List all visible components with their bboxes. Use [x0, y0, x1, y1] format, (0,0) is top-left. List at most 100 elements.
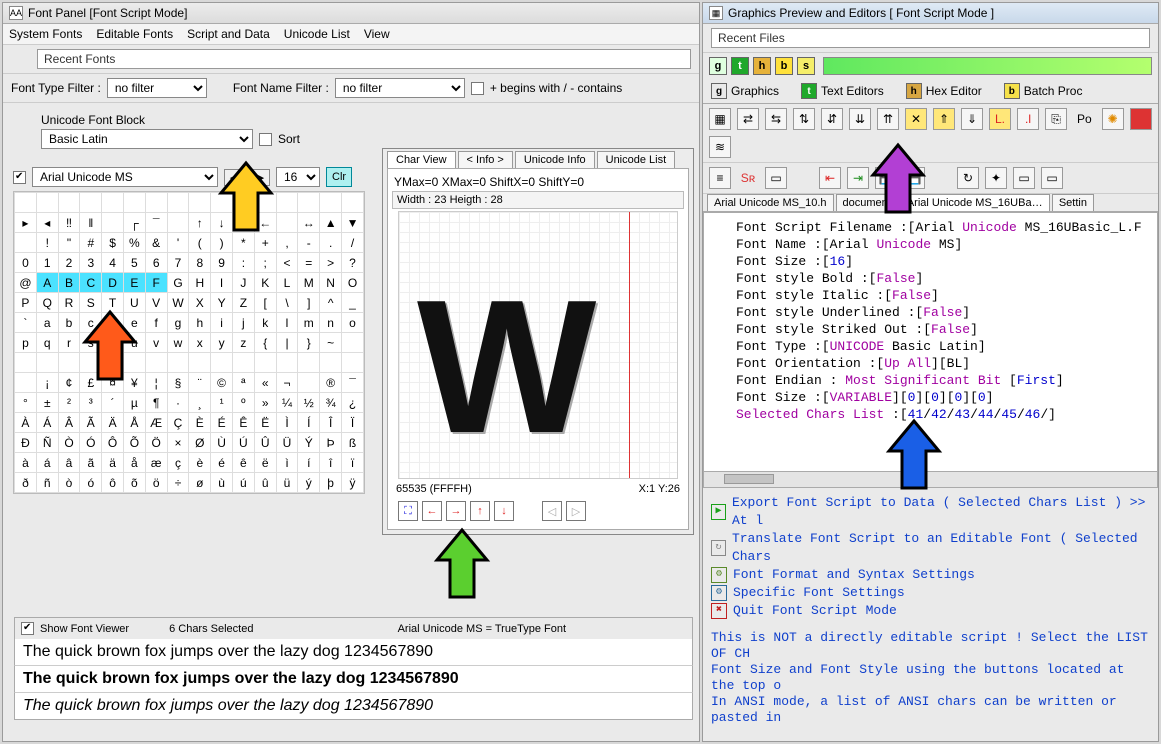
char-cell[interactable]: q: [36, 333, 58, 353]
char-cell[interactable]: [276, 193, 298, 213]
char-cell[interactable]: ú: [232, 473, 254, 493]
char-cell[interactable]: Í: [298, 413, 320, 433]
tool-arrows4-icon[interactable]: ⇵: [821, 108, 843, 130]
char-cell[interactable]: Ý: [298, 433, 320, 453]
char-cell[interactable]: [15, 233, 37, 253]
char-cell[interactable]: ½: [298, 393, 320, 413]
tool-red-icon[interactable]: [1130, 108, 1152, 130]
char-cell[interactable]: h: [189, 313, 211, 333]
action-link[interactable]: ⚙Specific Font Settings: [711, 584, 1150, 602]
colortab-b[interactable]: b: [775, 57, 793, 75]
char-cell[interactable]: ä: [102, 453, 124, 473]
tool-arrows2-icon[interactable]: ⇆: [765, 108, 787, 130]
char-cell[interactable]: ¢: [58, 373, 80, 393]
char-cell[interactable]: ¡: [36, 373, 58, 393]
char-cell[interactable]: R: [58, 293, 80, 313]
char-cell[interactable]: S: [80, 293, 102, 313]
char-cell[interactable]: T: [102, 293, 124, 313]
char-cell[interactable]: t: [102, 333, 124, 353]
colortab-s[interactable]: s: [797, 57, 815, 75]
char-cell[interactable]: õ: [123, 473, 145, 493]
char-cell[interactable]: «: [254, 373, 276, 393]
char-cell[interactable]: Û: [254, 433, 276, 453]
char-cell[interactable]: J: [232, 273, 254, 293]
char-cell[interactable]: D: [102, 273, 124, 293]
char-cell[interactable]: û: [254, 473, 276, 493]
char-cell[interactable]: @: [15, 273, 37, 293]
action-link[interactable]: ⚙Font Format and Syntax Settings: [711, 566, 1150, 584]
tool-L-icon[interactable]: L.: [989, 108, 1011, 130]
step-fwd-icon[interactable]: ▷: [566, 501, 586, 521]
font-prev-button[interactable]: ◀: [224, 169, 244, 186]
etab-1[interactable]: document: [836, 194, 898, 211]
menu-script-data[interactable]: Script and Data: [187, 27, 270, 41]
tool-grid-icon[interactable]: ▦: [709, 108, 731, 130]
char-cell[interactable]: [298, 373, 320, 393]
char-cell[interactable]: r: [58, 333, 80, 353]
char-cell[interactable]: ø: [189, 473, 211, 493]
char-cell[interactable]: ð: [15, 473, 37, 493]
char-cell[interactable]: À: [15, 413, 37, 433]
char-cell[interactable]: ↑: [189, 213, 211, 233]
char-cell[interactable]: 6: [145, 253, 167, 273]
char-cell[interactable]: [36, 353, 58, 373]
char-cell[interactable]: ↓: [211, 213, 233, 233]
action-link[interactable]: ▶Export Font Script to Data ( Selected C…: [711, 494, 1150, 530]
tool-doc-icon[interactable]: ▭: [1041, 167, 1063, 189]
char-cell[interactable]: w: [167, 333, 189, 353]
char-cell[interactable]: ë: [254, 453, 276, 473]
char-cell[interactable]: ©: [211, 373, 233, 393]
char-cell[interactable]: ¤: [102, 373, 124, 393]
char-cell[interactable]: Ì: [276, 413, 298, 433]
type-filter-select[interactable]: no filter: [107, 78, 207, 98]
char-cell[interactable]: !: [36, 233, 58, 253]
char-cell[interactable]: →: [232, 213, 254, 233]
begins-checkbox[interactable]: [471, 82, 484, 95]
char-cell[interactable]: Q: [36, 293, 58, 313]
char-cell[interactable]: $: [102, 233, 124, 253]
sr-icon[interactable]: Sʀ: [737, 167, 759, 189]
font-enabled-checkbox[interactable]: [13, 171, 26, 184]
char-cell[interactable]: ;: [254, 253, 276, 273]
char-cell[interactable]: ¸: [189, 393, 211, 413]
char-cell[interactable]: [123, 353, 145, 373]
tool-window-icon[interactable]: ▭: [765, 167, 787, 189]
menu-system-fonts[interactable]: System Fonts: [9, 27, 82, 41]
char-cell[interactable]: ": [58, 233, 80, 253]
char-cell[interactable]: -: [298, 233, 320, 253]
char-cell[interactable]: Ö: [145, 433, 167, 453]
tool-arrows3-icon[interactable]: ⇅: [793, 108, 815, 130]
char-cell[interactable]: z: [232, 333, 254, 353]
char-cell[interactable]: á: [36, 453, 58, 473]
char-cell[interactable]: [15, 193, 37, 213]
char-cell[interactable]: ´: [102, 393, 124, 413]
char-cell[interactable]: Ï: [342, 413, 364, 433]
char-cell[interactable]: H: [189, 273, 211, 293]
char-cell[interactable]: I: [211, 273, 233, 293]
char-cell[interactable]: [167, 193, 189, 213]
char-cell[interactable]: [232, 353, 254, 373]
char-cell[interactable]: f: [145, 313, 167, 333]
char-cell[interactable]: é: [211, 453, 233, 473]
char-cell[interactable]: [276, 213, 298, 233]
char-cell[interactable]: ±: [36, 393, 58, 413]
char-cell[interactable]: ï: [342, 453, 364, 473]
size-select[interactable]: 16: [276, 167, 320, 187]
tool-saveall-icon[interactable]: 💾: [903, 167, 925, 189]
char-cell[interactable]: ê: [232, 453, 254, 473]
char-cell[interactable]: 3: [80, 253, 102, 273]
char-cell[interactable]: ¥: [123, 373, 145, 393]
char-cell[interactable]: ‼: [58, 213, 80, 233]
char-cell[interactable]: ÿ: [342, 473, 364, 493]
char-cell[interactable]: [189, 353, 211, 373]
char-cell[interactable]: [15, 353, 37, 373]
recent-files-box[interactable]: Recent Files: [711, 28, 1150, 48]
char-cell[interactable]: v: [145, 333, 167, 353]
char-cell[interactable]: b: [58, 313, 80, 333]
char-cell[interactable]: 5: [123, 253, 145, 273]
char-cell[interactable]: [298, 353, 320, 373]
tool-exit-icon[interactable]: ⇤: [819, 167, 841, 189]
char-cell[interactable]: Ò: [58, 433, 80, 453]
char-cell[interactable]: ù: [211, 473, 233, 493]
char-cell[interactable]: Â: [58, 413, 80, 433]
